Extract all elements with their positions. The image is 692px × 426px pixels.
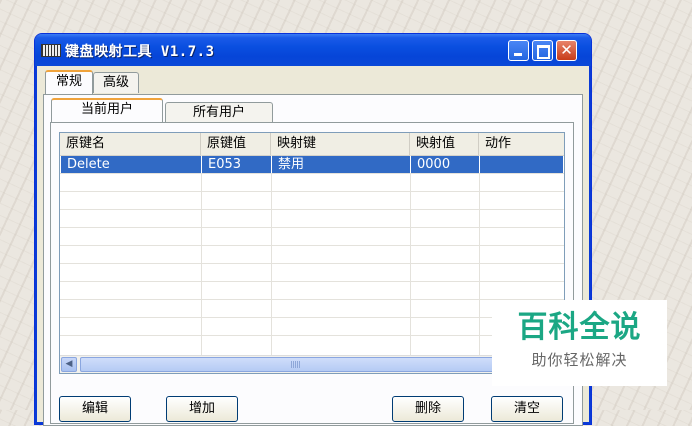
column-header-mapped-key[interactable]: 映射键	[271, 133, 410, 155]
tab-advanced[interactable]: 高级	[93, 72, 139, 93]
tab-general[interactable]: 常规	[45, 70, 93, 94]
window-title: 键盘映射工具 V1.7.3	[65, 44, 215, 60]
grid-divider	[60, 227, 564, 228]
grid-divider	[60, 335, 564, 336]
cell-source-value: E053	[201, 156, 271, 173]
grid-divider	[60, 209, 564, 210]
list-header: 原键名 原键值 映射键 映射值 动作	[60, 133, 564, 156]
grid-divider	[60, 245, 564, 246]
grid-divider	[60, 263, 564, 264]
scrollbar-thumb[interactable]	[80, 357, 520, 372]
scroll-left-icon[interactable]: ◀	[61, 357, 77, 372]
grid-divider	[60, 281, 564, 282]
grid-divider	[201, 155, 202, 373]
grid-divider	[271, 155, 272, 373]
maximize-button[interactable]	[532, 40, 553, 61]
tab-all-users[interactable]: 所有用户	[165, 102, 273, 123]
column-header-source-key[interactable]: 原键名	[60, 133, 201, 155]
cell-action	[479, 156, 563, 173]
close-icon: ✕	[560, 41, 573, 59]
column-header-action[interactable]: 动作	[479, 133, 564, 155]
watermark-title: 百科全说	[517, 310, 642, 345]
grid-divider	[60, 317, 564, 318]
watermark-subtitle: 助你轻松解决	[531, 351, 628, 369]
mapping-list[interactable]: 原键名 原键值 映射键 映射值 动作 Delete E053 禁用 0000 ◀	[59, 132, 565, 374]
cell-mapped-value: 0000	[410, 156, 479, 173]
grid-divider	[60, 299, 564, 300]
scrollbar-grip	[291, 361, 301, 368]
title-bar[interactable]: 键盘映射工具 V1.7.3 ✕	[35, 34, 591, 66]
cell-mapped-key: 禁用	[271, 156, 410, 173]
tab-current-user[interactable]: 当前用户	[51, 98, 163, 122]
column-header-source-value[interactable]: 原键值	[201, 133, 271, 155]
table-row[interactable]: Delete E053 禁用 0000	[61, 156, 563, 173]
close-button[interactable]: ✕	[556, 40, 577, 61]
add-button[interactable]: 增加	[166, 396, 238, 422]
grid-divider	[410, 155, 411, 373]
grid-divider	[60, 173, 564, 174]
watermark: 百科全说 助你轻松解决	[492, 300, 667, 386]
minimize-button[interactable]	[508, 40, 529, 61]
edit-button[interactable]: 编辑	[59, 396, 131, 422]
grid-divider	[479, 155, 480, 373]
column-header-mapped-value[interactable]: 映射值	[410, 133, 479, 155]
horizontal-scrollbar[interactable]: ◀	[60, 355, 564, 373]
delete-button[interactable]: 删除	[392, 396, 464, 422]
clear-button[interactable]: 清空	[491, 396, 563, 422]
cell-source-key: Delete	[67, 157, 110, 172]
grid-divider	[60, 191, 564, 192]
keyboard-icon	[41, 44, 61, 57]
